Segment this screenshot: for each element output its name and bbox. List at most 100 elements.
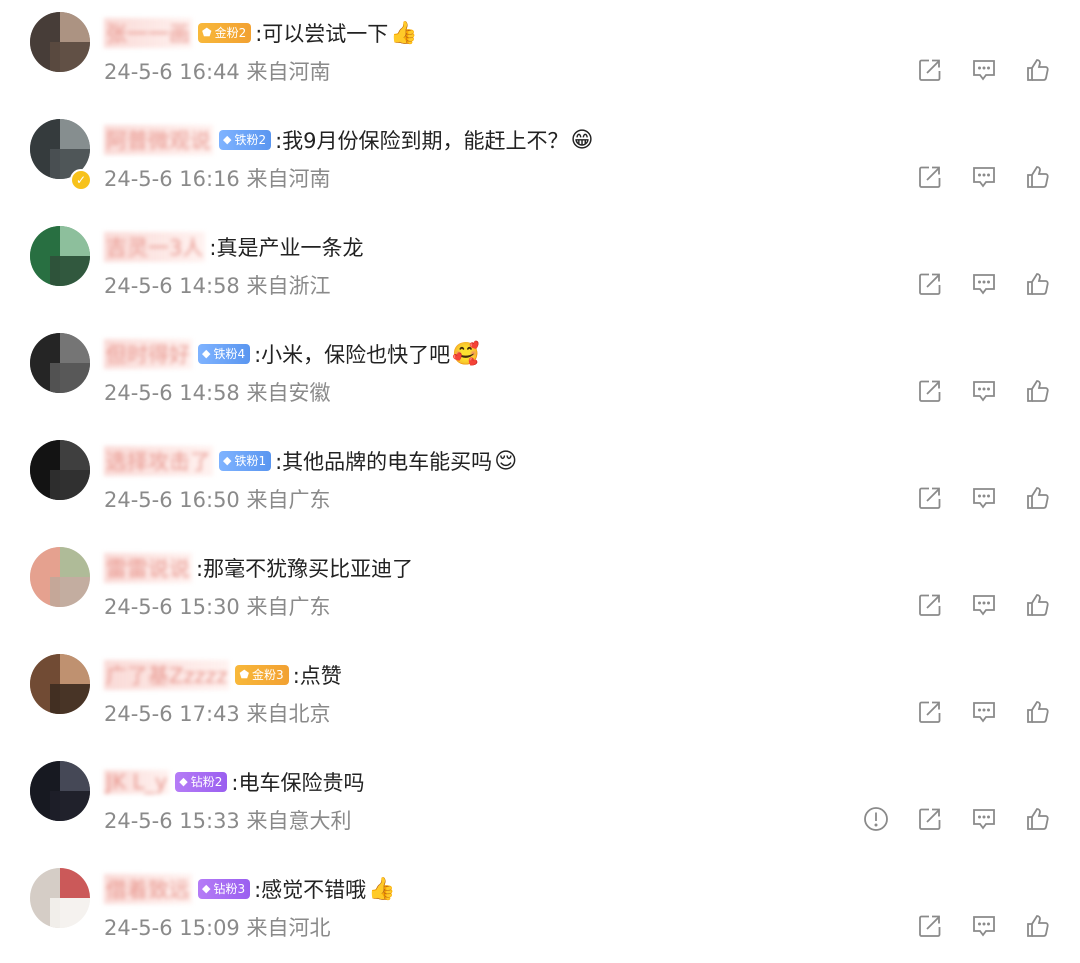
avatar[interactable]: [30, 440, 90, 500]
fan-badge[interactable]: ◆ 铁粉1: [219, 451, 272, 471]
comment-line: 阿普微观说 ◆ 铁粉2:我9月份保险到期，能赶上不？ 😁: [104, 125, 593, 155]
fan-badge[interactable]: ⬟ 金粉3: [235, 665, 289, 685]
avatar[interactable]: [30, 333, 90, 393]
avatar[interactable]: [30, 868, 90, 928]
username[interactable]: 借着致远: [104, 874, 192, 904]
comment-item: JK L_y ◆ 钻粉2:电车保险贵吗 24-5-6 15:33 来自意大利: [0, 749, 1080, 856]
avatar[interactable]: [30, 761, 90, 821]
comment-item: 广了基Zzzzz ⬟ 金粉3:点赞 24-5-6 17:43 来自北京: [0, 642, 1080, 749]
comment-item: 雷雷说说:那毫不犹豫买比亚迪了 24-5-6 15:30 来自广东: [0, 535, 1080, 642]
comment-icon[interactable]: [970, 805, 998, 833]
avatar-mosaic-block: [60, 119, 90, 149]
avatar-mosaic-block: [50, 363, 90, 393]
emoji-icon: 👍: [368, 876, 396, 902]
report-icon[interactable]: [862, 805, 890, 833]
comment-text: :真是产业一条龙: [209, 236, 364, 260]
comment-icon[interactable]: [970, 270, 998, 298]
like-icon[interactable]: [1024, 912, 1052, 940]
avatar-mosaic-block: [60, 547, 90, 577]
comment-line: 吉灵一3人:真是产业一条龙: [104, 232, 363, 262]
avatar-mosaic-block: [50, 256, 90, 286]
comment-meta: 24-5-6 14:58 来自安徽: [104, 381, 331, 405]
comment-meta: 24-5-6 14:58 来自浙江: [104, 274, 331, 298]
share-icon[interactable]: [916, 270, 944, 298]
iron-badge-icon: ◆: [223, 454, 232, 467]
avatar-mosaic-block: [50, 42, 90, 72]
like-icon[interactable]: [1024, 56, 1052, 84]
comment-icon[interactable]: [970, 591, 998, 619]
username[interactable]: 但时得好: [104, 339, 192, 369]
like-icon[interactable]: [1024, 805, 1052, 833]
emoji-icon: 😁: [570, 127, 594, 153]
avatar-mosaic-block: [60, 654, 90, 684]
comment-icon[interactable]: [970, 912, 998, 940]
username[interactable]: 吉灵一3人: [104, 232, 206, 262]
like-icon[interactable]: [1024, 270, 1052, 298]
comment-actions: [916, 163, 1052, 191]
comment-text: :感觉不错哦: [254, 878, 367, 902]
fan-badge-label: 铁粉1: [234, 454, 267, 468]
avatar-mosaic-block: [50, 791, 90, 821]
share-icon[interactable]: [916, 377, 944, 405]
comment-icon[interactable]: [970, 56, 998, 84]
comment-meta: 24-5-6 15:09 来自河北: [104, 916, 331, 940]
comment-actions: [916, 270, 1052, 298]
comment-icon[interactable]: [970, 698, 998, 726]
share-icon[interactable]: [916, 912, 944, 940]
avatar-mosaic-block: [60, 868, 90, 898]
comment-meta: 24-5-6 15:33 来自意大利: [104, 809, 352, 833]
comment-text: :其他品牌的电车能买吗: [275, 450, 493, 474]
username[interactable]: 选择攻击了: [104, 446, 213, 476]
fan-badge[interactable]: ⬟ 金粉2: [198, 23, 252, 43]
comment-item: 但时得好 ◆ 铁粉4:小米，保险也快了吧 🥰 24-5-6 14:58 来自安徽: [0, 321, 1080, 428]
fan-badge[interactable]: ◆ 铁粉2: [219, 130, 272, 150]
comment-line: 广了基Zzzzz ⬟ 金粉3:点赞: [104, 660, 342, 690]
fan-badge[interactable]: ◆ 钻粉3: [198, 879, 251, 899]
username[interactable]: JK L_y: [104, 770, 170, 794]
like-icon[interactable]: [1024, 591, 1052, 619]
comment-item: ✓ 阿普微观说 ◆ 铁粉2:我9月份保险到期，能赶上不？ 😁 24-5-6 16:16 来…: [0, 107, 1080, 214]
like-icon[interactable]: [1024, 698, 1052, 726]
username[interactable]: 阿普微观说: [104, 125, 213, 155]
fan-badge-label: 铁粉2: [234, 133, 267, 147]
gold-badge-icon: ⬟: [202, 26, 212, 39]
comment-item: 选择攻击了 ◆ 铁粉1:其他品牌的电车能买吗 😌 24-5-6 16:50 来自广东: [0, 428, 1080, 535]
share-icon[interactable]: [916, 163, 944, 191]
share-icon[interactable]: [916, 591, 944, 619]
share-icon[interactable]: [916, 484, 944, 512]
like-icon[interactable]: [1024, 484, 1052, 512]
fan-badge[interactable]: ◆ 钻粉2: [175, 772, 228, 792]
username[interactable]: 雷雷说说: [104, 553, 192, 583]
fan-badge-label: 金粉3: [252, 668, 284, 682]
avatar[interactable]: [30, 226, 90, 286]
avatar-mosaic-block: [50, 684, 90, 714]
comment-actions: [916, 912, 1052, 940]
share-icon[interactable]: [916, 56, 944, 84]
iron-badge-icon: ◆: [202, 347, 211, 360]
fan-badge-label: 钻粉3: [213, 882, 246, 896]
comment-text: :点赞: [292, 664, 342, 688]
username[interactable]: 广了基Zzzzz: [104, 660, 230, 690]
comment-line: 但时得好 ◆ 铁粉4:小米，保险也快了吧 🥰: [104, 339, 480, 369]
comment-meta: 24-5-6 16:16 来自河南: [104, 167, 331, 191]
comment-icon[interactable]: [970, 484, 998, 512]
comment-icon[interactable]: [970, 377, 998, 405]
comment-icon[interactable]: [970, 163, 998, 191]
avatar[interactable]: [30, 12, 90, 72]
like-icon[interactable]: [1024, 377, 1052, 405]
comment-line: 雷雷说说:那毫不犹豫买比亚迪了: [104, 553, 413, 583]
comment-meta: 24-5-6 16:44 来自河南: [104, 60, 331, 84]
avatar[interactable]: [30, 654, 90, 714]
avatar-mosaic-block: [60, 761, 90, 791]
fan-badge[interactable]: ◆ 铁粉4: [198, 344, 251, 364]
avatar[interactable]: [30, 547, 90, 607]
avatar-mosaic-block: [60, 226, 90, 256]
share-icon[interactable]: [916, 805, 944, 833]
like-icon[interactable]: [1024, 163, 1052, 191]
comment-text: :我9月份保险到期，能赶上不？: [275, 129, 569, 153]
emoji-icon: 😌: [494, 448, 518, 474]
fan-badge-label: 铁粉4: [213, 347, 246, 361]
share-icon[interactable]: [916, 698, 944, 726]
comment-text: :可以尝试一下: [255, 22, 389, 46]
username[interactable]: 张一一画: [104, 18, 192, 48]
